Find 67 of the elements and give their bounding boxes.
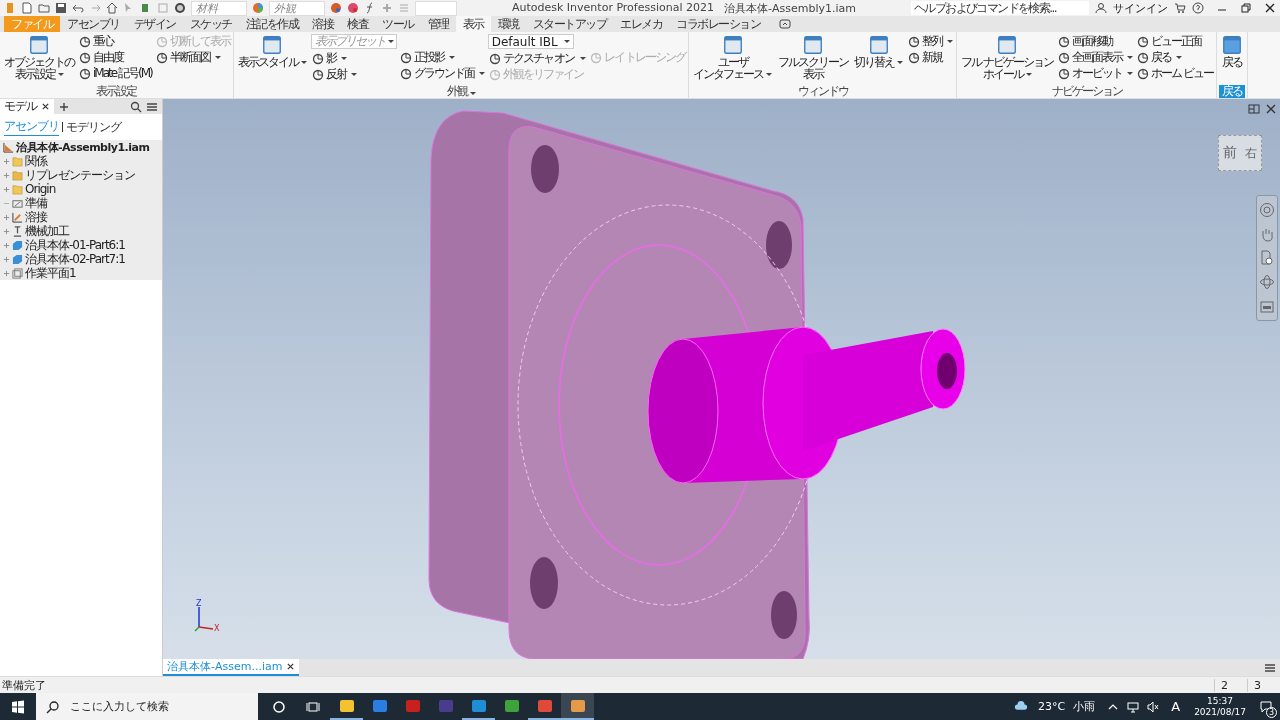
ribbon-button[interactable]: オービット bbox=[1057, 66, 1135, 81]
ribbon-button[interactable]: ビュー正面 bbox=[1136, 34, 1214, 49]
ribbon-button[interactable]: 重心 bbox=[78, 34, 153, 49]
browser-tab[interactable]: モデル bbox=[0, 99, 54, 114]
panel-title: 表示設定 bbox=[95, 85, 138, 98]
ribbon-button[interactable]: 画面移動 bbox=[1057, 34, 1135, 49]
panel-title: ナビゲーション bbox=[1050, 85, 1124, 98]
ribbon-button[interactable]: 反射 bbox=[310, 67, 397, 82]
ribbon-button[interactable]: オブジェクトの 表示設定 bbox=[2, 34, 76, 80]
ribbon-button[interactable]: 半断面図 bbox=[154, 50, 231, 65]
ribbon-button[interactable]: ホーム ビュー bbox=[1136, 66, 1214, 81]
ribbon-button[interactable]: 切り替え bbox=[852, 34, 906, 68]
material-dropdown[interactable]: 材料 bbox=[191, 0, 247, 16]
ribbon-tab[interactable]: ツール bbox=[375, 16, 421, 32]
help-search-field[interactable]: ヘルプおよびコマンドを検索... bbox=[911, 1, 1089, 15]
document-tab[interactable]: 治具本体-Assem...iam bbox=[163, 659, 300, 676]
tree-item[interactable]: 治具本体-Assembly1.iam bbox=[16, 139, 150, 155]
ribbon-tab[interactable]: 表示 bbox=[455, 16, 491, 32]
ribbon-tab[interactable]: スタートアップ bbox=[525, 16, 613, 32]
ribbon-tab[interactable]: 検査 bbox=[340, 16, 375, 32]
ribbon-button[interactable]: 全画面表示 bbox=[1057, 50, 1135, 65]
app-title: Autodesk Inventor Professional 2021 bbox=[512, 0, 714, 16]
ribbon-tab[interactable]: コラボレーション bbox=[669, 16, 767, 32]
ribbon-button[interactable]: 表示スタイル bbox=[235, 34, 309, 68]
ribbon-button[interactable]: iMate 記号(M) bbox=[78, 66, 153, 81]
ribbon-button[interactable]: 戻る bbox=[1136, 50, 1214, 65]
clock[interactable]: 15:37 2021/08/17 bbox=[1194, 695, 1246, 718]
ribbon-tab[interactable]: 注記を作成 bbox=[238, 16, 305, 32]
3d-viewport[interactable]: 前 右 Z X bbox=[163, 99, 1280, 659]
ribbon-tab[interactable]: 環境 bbox=[490, 16, 526, 32]
ribbon-tab[interactable]: 溶接 bbox=[305, 16, 340, 32]
ribbon-tab[interactable]: アセンブリ bbox=[60, 16, 127, 32]
ribbon-button[interactable]: テクスチャ オン bbox=[487, 51, 587, 66]
panel-title: ウィンドウ bbox=[796, 85, 850, 98]
ribbon-tab[interactable]: エレメカ bbox=[613, 16, 669, 32]
ribbon-button[interactable]: 正投影 bbox=[398, 50, 486, 65]
status-count: 3 bbox=[1247, 678, 1280, 692]
temperature-text[interactable]: 23°C bbox=[1038, 700, 1066, 713]
view-cube[interactable]: 前 右 bbox=[1218, 135, 1262, 171]
ime-indicator[interactable]: A bbox=[1171, 699, 1181, 714]
ribbon-tab[interactable]: 管理 bbox=[420, 16, 456, 32]
ribbon-button[interactable]: 影 bbox=[310, 51, 397, 66]
document-title: 治具本体-Assembly1.iam bbox=[724, 0, 856, 16]
ribbon-button[interactable]: 戻る bbox=[1219, 34, 1245, 68]
browser-mode-tab[interactable]: アセンブリ bbox=[4, 118, 59, 136]
weather-text[interactable]: 小雨 bbox=[1073, 699, 1096, 714]
ribbon-button[interactable]: フルスクリーン 表示 bbox=[776, 34, 851, 80]
browser-mode-tab[interactable]: モデリング bbox=[66, 118, 121, 136]
ribbon-dropdown[interactable]: Default IBL bbox=[487, 34, 574, 49]
appearance-dropdown[interactable]: 外観 bbox=[269, 0, 325, 16]
sign-in-button[interactable]: サインイン bbox=[1113, 0, 1168, 16]
tree-item[interactable]: Origin bbox=[25, 182, 56, 196]
ribbon-button[interactable]: ユーザ インタフェース bbox=[691, 34, 775, 80]
ribbon-button[interactable]: 新規 bbox=[907, 50, 955, 65]
status-message: 準備完了 bbox=[2, 677, 46, 693]
status-count: 2 bbox=[1214, 678, 1247, 692]
ribbon-button[interactable]: フル ナビゲーション ホイール bbox=[959, 34, 1056, 80]
notification-button[interactable]: 3 bbox=[1252, 693, 1280, 720]
panel-title[interactable]: 外観 bbox=[235, 85, 687, 98]
axis-triad: Z X bbox=[191, 599, 221, 635]
ribbon-button[interactable]: グラウンド面 bbox=[398, 66, 486, 81]
ribbon-tab[interactable]: スケッチ bbox=[182, 16, 239, 32]
ribbon-button[interactable]: 自由度 bbox=[78, 50, 153, 65]
taskbar-search-field[interactable]: ここに入力して検索 bbox=[36, 693, 258, 720]
ribbon-tab[interactable]: デザイン bbox=[126, 16, 183, 32]
ribbon-button[interactable]: 整列 bbox=[907, 34, 955, 49]
panel-title: 戻る bbox=[1219, 85, 1245, 98]
